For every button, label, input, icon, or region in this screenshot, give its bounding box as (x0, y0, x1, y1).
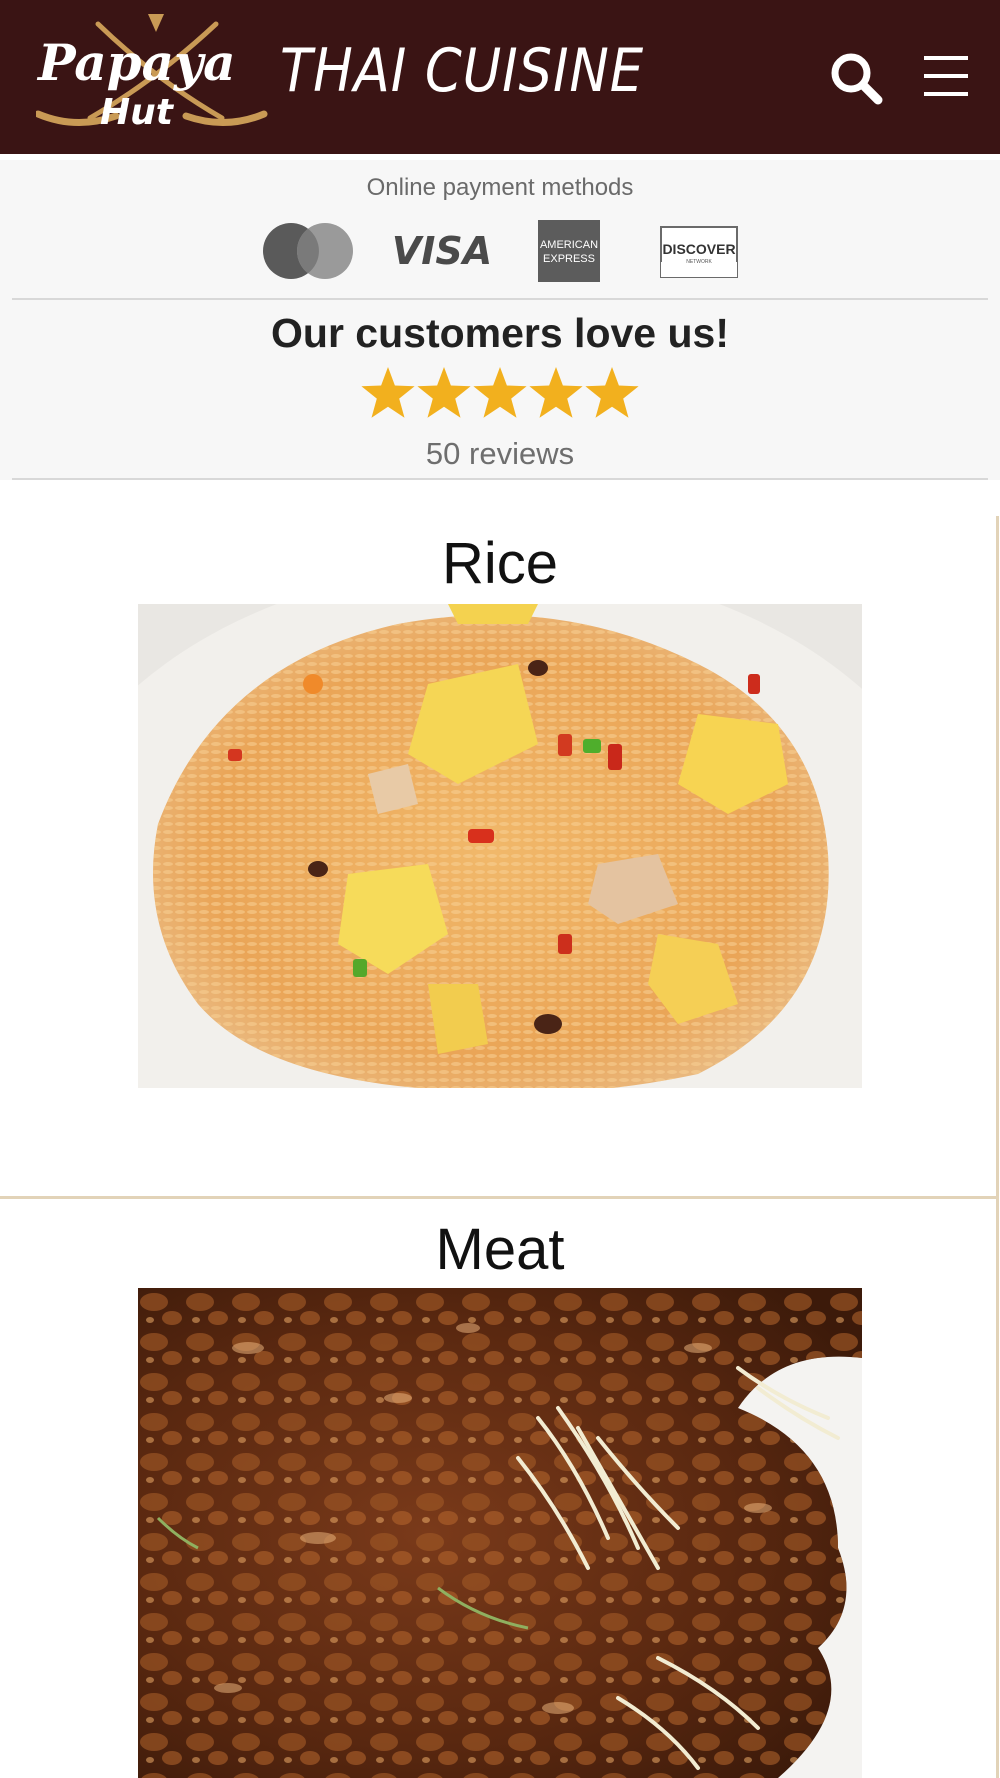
five-star-rating[interactable] (360, 366, 640, 424)
glazed-meat-photo[interactable] (138, 1288, 862, 1778)
papaya-hut-logo[interactable]: Papaya Hut (36, 10, 268, 134)
category-rice[interactable]: Rice (0, 520, 1000, 1090)
svg-text:NETWORK: NETWORK (686, 259, 712, 265)
payment-methods-title: Online payment methods (366, 174, 634, 201)
logo-text-papaya: Papaya (36, 33, 235, 92)
payments-reviews-panel: Online payment methods VISA AMERICAN EXP… (0, 160, 1000, 480)
category-meat[interactable]: Meat (0, 1200, 1000, 1778)
search-icon[interactable] (828, 50, 884, 106)
amex-icon: AMERICAN EXPRESS (538, 220, 600, 282)
hamburger-menu-icon[interactable] (922, 52, 970, 100)
discover-icon: DISCOVER NETWORK (660, 226, 738, 278)
svg-text:VISA: VISA (392, 229, 492, 272)
star-icon (529, 367, 583, 418)
category-divider (0, 1196, 996, 1199)
panel-divider (12, 478, 988, 480)
fried-rice-photo[interactable] (138, 604, 862, 1088)
star-icon (473, 367, 527, 418)
panel-divider (12, 298, 988, 300)
category-title[interactable]: Meat (0, 1216, 1000, 1283)
site-header: Papaya Hut THAI CUISINE (0, 0, 1000, 154)
visa-icon: VISA (392, 229, 492, 272)
svg-text:DISCOVER: DISCOVER (662, 241, 735, 257)
svg-text:AMERICAN: AMERICAN (540, 239, 598, 251)
star-icon (417, 367, 471, 418)
mastercard-icon (263, 223, 353, 279)
star-icon (361, 367, 415, 418)
reviews-heading: Our customers love us! (271, 310, 729, 356)
logo-text-hut: Hut (100, 92, 175, 133)
category-title[interactable]: Rice (0, 530, 1000, 597)
star-icon (585, 367, 639, 418)
brand-title: THAI CUISINE (280, 36, 645, 106)
review-count-link[interactable]: 50 reviews (0, 436, 1000, 472)
svg-text:EXPRESS: EXPRESS (543, 253, 595, 265)
